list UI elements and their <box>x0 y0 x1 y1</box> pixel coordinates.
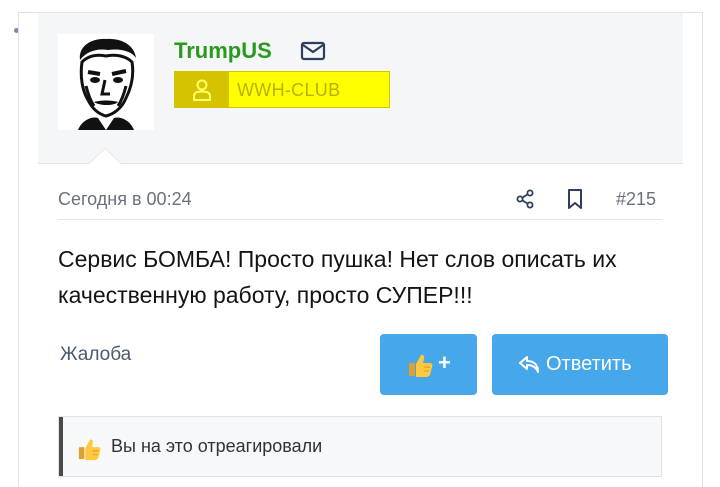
user-block-pointer-fill <box>89 149 121 164</box>
bookmark-icon[interactable] <box>567 188 583 210</box>
post-border-right <box>702 12 703 487</box>
usergroup-icon-box <box>175 72 229 107</box>
user-icon <box>193 79 211 101</box>
reply-button[interactable]: Ответить <box>492 334 668 395</box>
reactions-bar[interactable]: Вы на это отреагировали <box>58 416 662 477</box>
mail-icon[interactable] <box>300 40 326 62</box>
portrait-avatar-icon <box>58 34 154 130</box>
avatar[interactable] <box>58 34 154 130</box>
reactions-summary: Вы на это отреагировали <box>111 436 323 456</box>
thumbs-up-icon <box>78 439 101 461</box>
user-info-divider <box>38 163 683 164</box>
like-button[interactable]: + <box>380 334 477 395</box>
post-message: Сервис БОМБА! Просто пушка! Нет слов опи… <box>58 246 617 308</box>
reply-arrow-icon <box>519 356 539 373</box>
page-left-margin <box>0 0 18 487</box>
reply-label: Ответить <box>546 353 632 375</box>
like-plus-label: + <box>438 350 451 375</box>
usergroup-banner: WWH-CLUB <box>174 71 390 108</box>
username-link[interactable]: TrumpUS <box>174 37 272 65</box>
reactions-accent-bar <box>59 417 63 476</box>
post-border-left <box>18 12 19 487</box>
post-timestamp[interactable]: Сегодня в 00:24 <box>58 188 192 210</box>
share-icon[interactable] <box>515 189 535 209</box>
thumbs-up-icon <box>409 354 433 377</box>
report-link[interactable]: Жалоба <box>60 343 131 367</box>
post-header-divider <box>58 219 662 220</box>
usergroup-label: WWH-CLUB <box>237 80 341 100</box>
post-number-link[interactable]: #215 <box>616 188 656 210</box>
